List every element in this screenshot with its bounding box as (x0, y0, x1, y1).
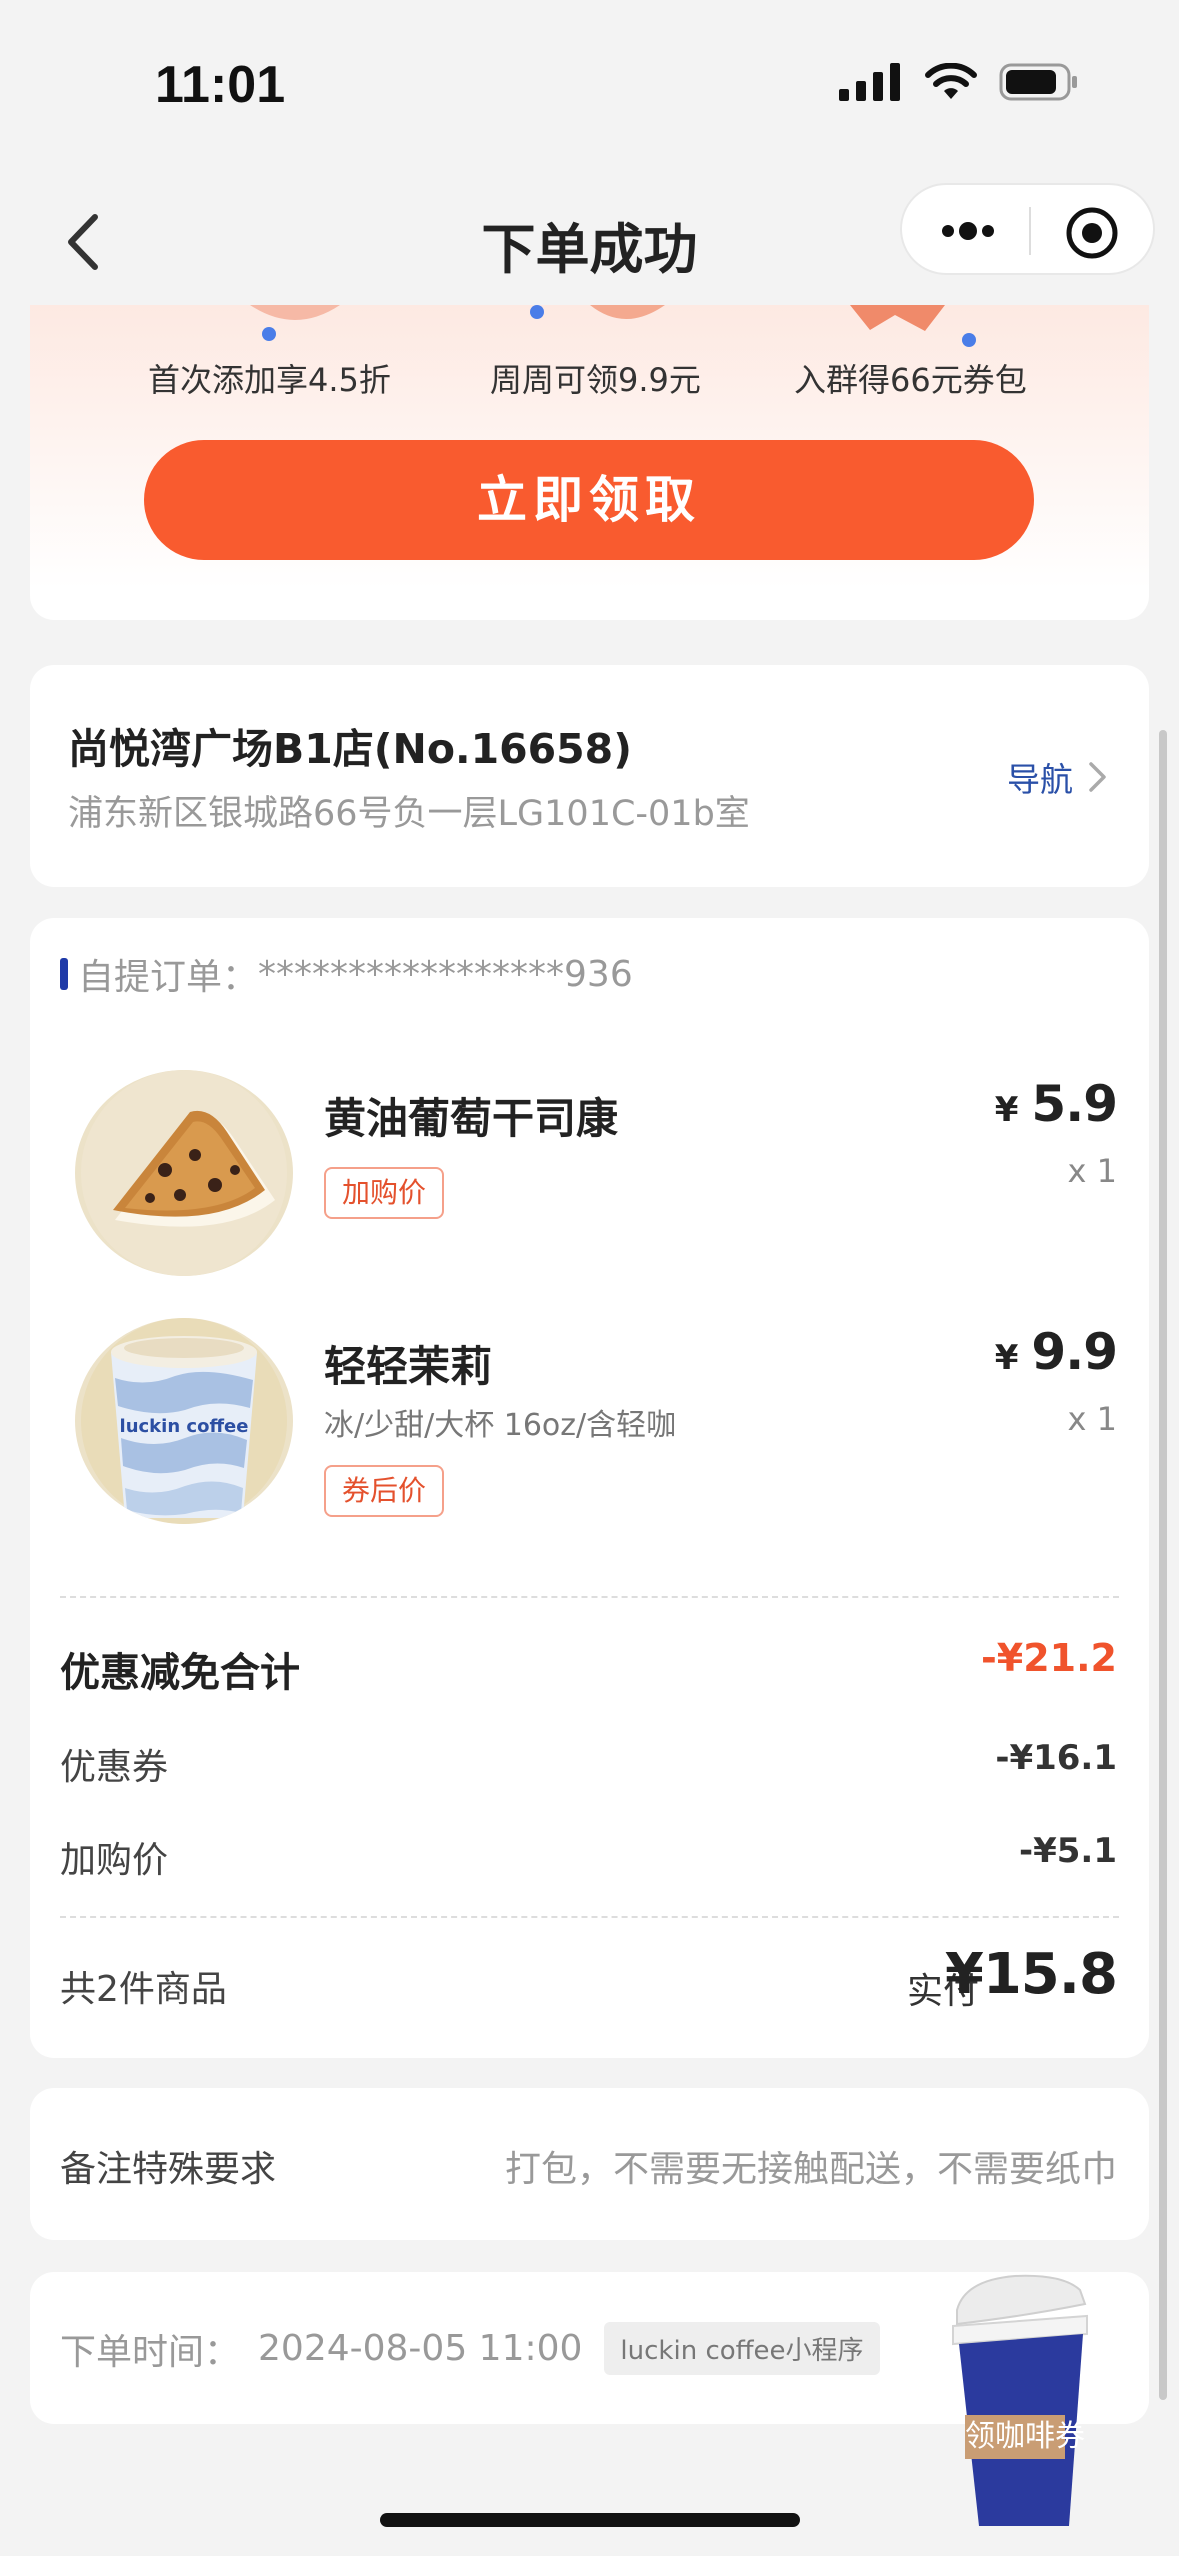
home-indicator (380, 2513, 800, 2527)
order-id-label: 自提订单： (78, 957, 259, 998)
store-card: 尚悦湾广场B1店(No.16658) 浦东新区银城路66号负一层LG101C-0… (30, 665, 1149, 887)
product-price: ¥9.9 (994, 1323, 1118, 1381)
order-time-value: 2024-08-05 11:00 (258, 2328, 583, 2369)
claim-now-button[interactable]: 立即领取 (144, 440, 1034, 560)
wifi-icon (925, 63, 977, 99)
product-quantity: x 1 (1067, 1400, 1117, 1438)
promo-dot (530, 305, 544, 319)
product-price: ¥5.9 (994, 1075, 1118, 1133)
product-quantity: x 1 (1067, 1152, 1117, 1190)
navigate-button[interactable]: 导航 (1007, 753, 1109, 801)
capsule-divider (1029, 207, 1031, 255)
paid-amount: ¥15.8 (944, 1942, 1118, 2007)
close-target-icon[interactable] (1064, 205, 1120, 261)
promo-art-icon (250, 305, 340, 320)
nav-bar: 下单成功 (0, 175, 1179, 305)
product-item[interactable]: 黄油葡萄干司康 加购价 ¥5.9 x 1 (30, 1070, 1149, 1290)
promo-item: 首次添加享4.5折 (148, 361, 391, 399)
promo-dot (962, 333, 976, 347)
store-name: 尚悦湾广场B1店(No.16658) (68, 725, 632, 773)
order-id-row: 自提订单： *****************936 (60, 948, 633, 1000)
note-value: 打包，不需要无接触配送，不需要纸巾 (504, 2149, 1117, 2190)
discount-total-value: -¥21.2 (981, 1636, 1117, 1680)
status-time: 11:01 (155, 56, 286, 114)
divider (60, 1916, 1119, 1918)
product-name: 黄油葡萄干司康 (324, 1094, 619, 1143)
divider (60, 1596, 1119, 1598)
discount-total-label: 优惠减免合计 (60, 1650, 300, 1696)
currency-symbol: ¥ (994, 1338, 1019, 1378)
promo-dot (262, 327, 276, 341)
promo-item: 入群得66元券包 (794, 361, 1027, 399)
price-tag-badge: 加购价 (324, 1167, 445, 1219)
scrollbar[interactable] (1159, 730, 1167, 2400)
signal-icon (839, 63, 900, 101)
status-bar: 11:01 (0, 0, 1179, 175)
order-time-label: 下单时间： (60, 2331, 241, 2373)
currency-symbol: ¥ (994, 1090, 1019, 1130)
promo-art-icon (590, 305, 665, 319)
promo-item: 周周可领9.9元 (490, 361, 701, 399)
order-card: 自提订单： *****************936 黄油葡萄干司康 加购价 ¥… (30, 918, 1149, 2058)
discount-label: 优惠券 (60, 1747, 169, 1788)
section-marker (60, 958, 68, 990)
status-icons (839, 62, 1079, 102)
product-spec: 冰/少甜/大杯 16oz/含轻咖 (324, 1408, 677, 1443)
discount-value: -¥5.1 (1019, 1831, 1117, 1871)
scone-image (75, 1070, 293, 1276)
order-id-value: *****************936 (258, 953, 633, 995)
store-address: 浦东新区银城路66号负一层LG101C-01b室 (68, 794, 750, 834)
coffee-cup-image: luckin coffee (75, 1318, 293, 1524)
order-source-badge: luckin coffee小程序 (604, 2322, 880, 2375)
navigate-label: 导航 (1007, 760, 1073, 799)
promo-art-icon (850, 305, 945, 331)
price-value: 9.9 (1031, 1323, 1118, 1381)
battery-icon (999, 63, 1077, 101)
product-item[interactable]: luckin coffee 轻轻茉莉 冰/少甜/大杯 16oz/含轻咖 券后价 … (30, 1318, 1149, 1538)
product-name: 轻轻茉莉 (324, 1342, 493, 1391)
price-tag-badge: 券后价 (324, 1465, 445, 1517)
promo-card: 首次添加享4.5折 周周可领9.9元 入群得66元券包 立即领取 (30, 305, 1149, 620)
chevron-right-icon (1089, 762, 1106, 792)
order-time-row: 下单时间： 2024-08-05 11:00 luckin coffee小程序 (60, 2322, 880, 2375)
item-count: 共2件商品 (60, 1969, 227, 2010)
discount-label: 加购价 (60, 1840, 169, 1881)
note-label: 备注特殊要求 (60, 2149, 277, 2190)
more-icon[interactable] (938, 213, 998, 249)
claim-coffee-coupon-button[interactable]: 领咖啡券 (945, 2270, 1095, 2530)
mini-program-capsule (900, 183, 1155, 275)
discount-value: -¥16.1 (995, 1738, 1117, 1778)
coffee-cup-icon (952, 2274, 1088, 2526)
note-card[interactable]: 备注特殊要求 打包，不需要无接触配送，不需要纸巾 (30, 2088, 1149, 2240)
claim-coffee-coupon-label: 领咖啡券 (965, 2415, 1085, 2459)
svg-text:luckin coffee: luckin coffee (120, 1416, 249, 1437)
price-value: 5.9 (1031, 1075, 1118, 1133)
